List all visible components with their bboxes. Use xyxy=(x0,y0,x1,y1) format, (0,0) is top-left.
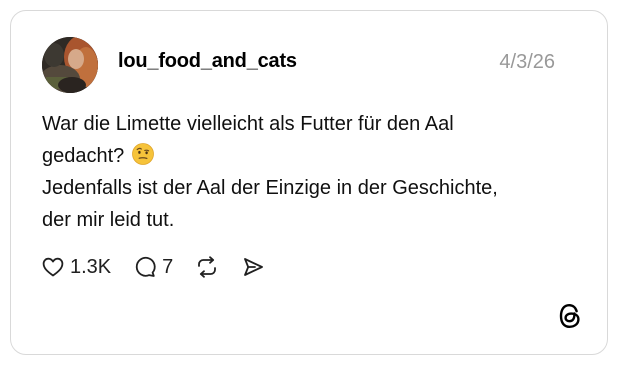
threads-logo-icon[interactable] xyxy=(557,302,583,330)
action-bar: 1.3K 7 xyxy=(41,254,287,280)
speech-bubble-icon xyxy=(135,256,156,277)
reply-count: 7 xyxy=(162,255,174,278)
post-text-fragment: gedacht? xyxy=(42,145,125,167)
threads-post-card[interactable]: lou_food_and_cats 4/3/26 War die Limette… xyxy=(10,10,608,355)
avatar[interactable] xyxy=(42,37,98,93)
share-button[interactable] xyxy=(241,254,265,280)
post-text-line: gedacht? xyxy=(42,140,582,172)
send-icon xyxy=(244,258,264,276)
reply-button[interactable]: 7 xyxy=(133,254,173,280)
post-date[interactable]: 4/3/26 xyxy=(499,51,555,74)
post-text-line: Jedenfalls ist der Aal der Einzige in de… xyxy=(42,177,498,199)
repost-icon xyxy=(198,256,217,278)
post-text-line: War die Limette vielleicht als Futter fü… xyxy=(42,113,454,135)
repost-button[interactable] xyxy=(195,254,219,280)
like-button[interactable]: 1.3K xyxy=(41,254,111,280)
post-text: War die Limette vielleicht als Futter fü… xyxy=(42,108,582,236)
like-count: 1.3K xyxy=(70,255,112,278)
post-text-line: der mir leid tut. xyxy=(42,209,175,231)
avatar-photo xyxy=(42,37,98,93)
face-with-raised-eyebrow-emoji xyxy=(131,143,154,165)
username[interactable]: lou_food_and_cats xyxy=(118,50,297,73)
heart-icon xyxy=(42,257,64,277)
